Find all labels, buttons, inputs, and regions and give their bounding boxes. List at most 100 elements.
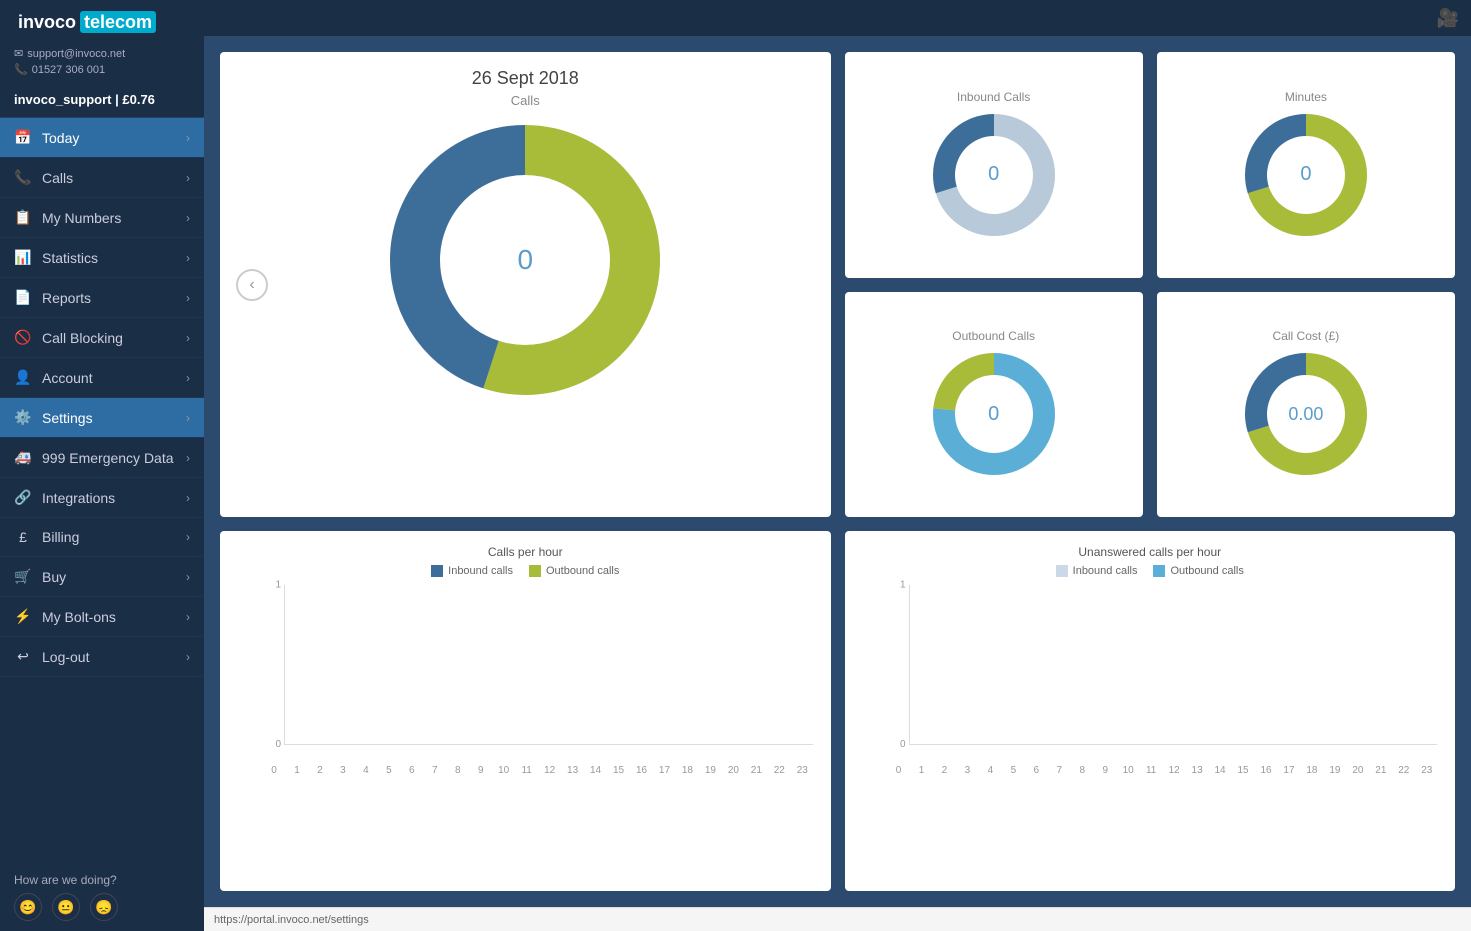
back-button[interactable]: ‹ [236, 269, 268, 301]
nav-arrow-my-numbers: › [186, 211, 190, 225]
stat-card-cost: Call Cost (£) 0.00 [1157, 292, 1455, 518]
calls-legend: Inbound calls Outbound calls [238, 565, 813, 577]
nav-left-reports: 📄 Reports [14, 289, 91, 306]
sidebar-item-my-bolt-ons[interactable]: ⚡ My Bolt-ons › [0, 597, 204, 637]
video-icon[interactable]: 🎥 [1437, 8, 1459, 29]
phone-icon: 📞 [14, 63, 28, 76]
x-label-14: 14 [586, 765, 606, 776]
feedback-label: How are we doing? [14, 873, 190, 887]
status-bar: https://portal.invoco.net/settings [204, 907, 1471, 931]
user-email-row: ✉ support@invoco.net [14, 47, 190, 60]
x-label-18: 18 [677, 765, 697, 776]
stat-minutes-title: Minutes [1285, 90, 1327, 104]
nav-arrow-reports: › [186, 291, 190, 305]
nav-icon-integrations: 🔗 [14, 489, 32, 506]
chart-y-max: 1 [275, 580, 281, 591]
feedback-sad[interactable]: 😞 [90, 893, 118, 921]
stat-inbound-title: Inbound Calls [957, 90, 1030, 104]
x-label-4: 4 [356, 765, 376, 776]
calls-subtitle: Calls [511, 93, 540, 108]
nav-icon-my-bolt-ons: ⚡ [14, 608, 32, 625]
x-label-20: 20 [723, 765, 743, 776]
unanswered-x-labels: 0 1 2 3 4 5 6 7 8 9 10 11 12 13 14 15 16 [889, 765, 1438, 776]
nav-label-my-numbers: My Numbers [42, 210, 121, 226]
nav-icon-my-numbers: 📋 [14, 209, 32, 226]
sidebar-item-buy[interactable]: 🛒 Buy › [0, 557, 204, 597]
unanswered-per-hour-card: Unanswered calls per hour Inbound calls … [845, 531, 1456, 891]
legend-unanswered-inbound-label: Inbound calls [1073, 565, 1138, 577]
nav-left-today: 📅 Today [14, 129, 79, 146]
x-label-9: 9 [471, 765, 491, 776]
nav-arrow-today: › [186, 131, 190, 145]
legend-unanswered-inbound: Inbound calls [1056, 565, 1138, 577]
sidebar-item-settings[interactable]: ⚙️ Settings › [0, 398, 204, 438]
nav-icon-log-out: ↩ [14, 648, 32, 665]
sidebar-item-log-out[interactable]: ↩ Log-out › [0, 637, 204, 677]
x-label-6: 6 [402, 765, 422, 776]
x-label-13: 13 [563, 765, 583, 776]
inbound-value: 0 [988, 163, 999, 186]
cost-value: 0.00 [1288, 404, 1323, 425]
sidebar-item-billing[interactable]: £ Billing › [0, 518, 204, 557]
sidebar-item-call-blocking[interactable]: 🚫 Call Blocking › [0, 318, 204, 358]
nav-label-call-blocking: Call Blocking [42, 330, 123, 346]
stat-card-minutes: Minutes 0 [1157, 52, 1455, 278]
nav-arrow-999-emergency: › [186, 451, 190, 465]
nav-arrow-log-out: › [186, 650, 190, 664]
feedback-neutral[interactable]: 😐 [52, 893, 80, 921]
stat-outbound-title: Outbound Calls [952, 329, 1035, 343]
nav-arrow-billing: › [186, 530, 190, 544]
nav-left-settings: ⚙️ Settings [14, 409, 93, 426]
legend-inbound: Inbound calls [431, 565, 513, 577]
legend-inbound-dot [431, 565, 443, 577]
user-info: ✉ support@invoco.net 📞 01527 306 001 [0, 41, 204, 86]
nav-label-today: Today [42, 130, 79, 146]
feedback-happy[interactable]: 😊 [14, 893, 42, 921]
sidebar-item-calls[interactable]: 📞 Calls › [0, 158, 204, 198]
x-label-5: 5 [379, 765, 399, 776]
sidebar-item-statistics[interactable]: 📊 Statistics › [0, 238, 204, 278]
minutes-value: 0 [1300, 163, 1311, 186]
x-label-22: 22 [769, 765, 789, 776]
calls-chart-area: 1 0 [284, 585, 813, 745]
nav-icon-999-emergency: 🚑 [14, 449, 32, 466]
nav-icon-today: 📅 [14, 129, 32, 146]
legend-outbound-label: Outbound calls [546, 565, 619, 577]
sidebar-item-today[interactable]: 📅 Today › [0, 118, 204, 158]
nav-left-call-blocking: 🚫 Call Blocking [14, 329, 123, 346]
logo: invocotelecom [14, 12, 190, 33]
nav-left-statistics: 📊 Statistics [14, 249, 98, 266]
calls-per-hour-title: Calls per hour [238, 545, 813, 559]
nav-left-my-numbers: 📋 My Numbers [14, 209, 121, 226]
account-label: invoco_support | £0.76 [0, 86, 204, 118]
sidebar-item-reports[interactable]: 📄 Reports › [0, 278, 204, 318]
nav-label-calls: Calls [42, 170, 73, 186]
sidebar-item-integrations[interactable]: 🔗 Integrations › [0, 478, 204, 518]
nav-label-settings: Settings [42, 410, 93, 426]
main-donut-card: ‹ 26 Sept 2018 Calls 0 [220, 52, 831, 517]
outbound-value: 0 [988, 403, 999, 426]
user-phone-row: 📞 01527 306 001 [14, 63, 190, 76]
nav-left-999-emergency: 🚑 999 Emergency Data [14, 449, 174, 466]
main-content: 🎥 ‹ 26 Sept 2018 Calls 0 Inbou [204, 0, 1471, 931]
stat-card-inbound: Inbound Calls 0 [845, 52, 1143, 278]
x-label-8: 8 [448, 765, 468, 776]
calls-x-labels: 0 1 2 3 4 5 6 7 8 9 10 11 12 13 14 15 16 [264, 765, 813, 776]
nav-left-log-out: ↩ Log-out [14, 648, 89, 665]
stat-cards-grid: Inbound Calls 0 Minutes [845, 52, 1456, 517]
nav-label-999-emergency: 999 Emergency Data [42, 450, 174, 466]
x-label-10: 10 [494, 765, 514, 776]
cost-donut: 0.00 [1241, 349, 1371, 479]
nav-left-buy: 🛒 Buy [14, 568, 66, 585]
date-title: 26 Sept 2018 [472, 68, 579, 89]
main-donut-value: 0 [517, 244, 533, 276]
nav-icon-call-blocking: 🚫 [14, 329, 32, 346]
sidebar-item-my-numbers[interactable]: 📋 My Numbers › [0, 198, 204, 238]
sidebar-item-account[interactable]: 👤 Account › [0, 358, 204, 398]
unanswered-chart-area: 1 0 [909, 585, 1438, 745]
sidebar-item-999-emergency[interactable]: 🚑 999 Emergency Data › [0, 438, 204, 478]
nav-arrow-integrations: › [186, 491, 190, 505]
user-email: support@invoco.net [27, 48, 125, 60]
unanswered-y-max: 1 [900, 580, 906, 591]
nav-label-statistics: Statistics [42, 250, 98, 266]
